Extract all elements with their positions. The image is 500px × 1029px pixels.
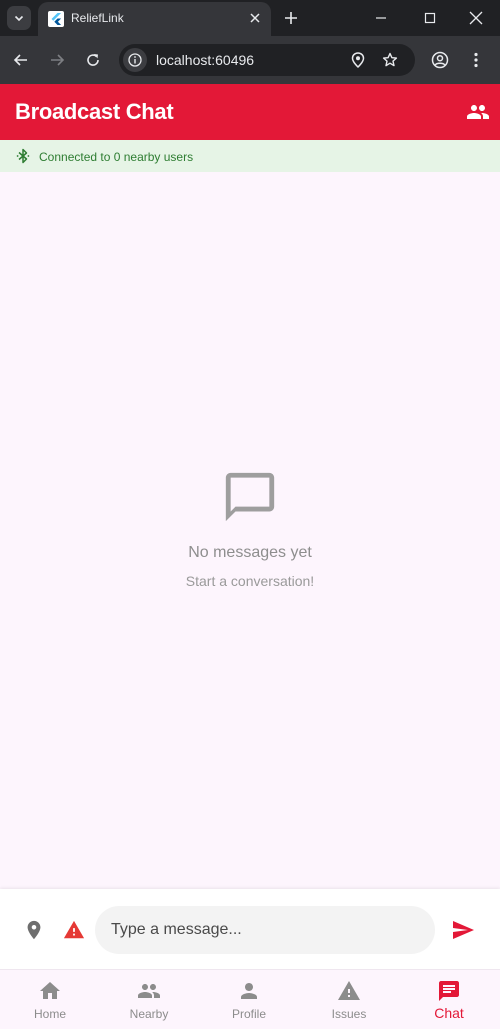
reload-icon — [87, 54, 99, 66]
back-button[interactable] — [11, 50, 31, 70]
maximize-button[interactable] — [407, 0, 453, 36]
message-composer — [0, 889, 500, 969]
arrow-left-icon — [13, 54, 27, 66]
chat-icon — [439, 981, 459, 1001]
chevron-down-icon — [14, 15, 24, 22]
people-icon[interactable] — [466, 100, 490, 124]
send-icon — [453, 921, 474, 939]
send-button[interactable] — [451, 918, 475, 942]
app-bar: Broadcast Chat — [0, 84, 500, 140]
connection-status-bar: Connected to 0 nearby users — [0, 140, 500, 172]
share-location-button[interactable] — [23, 919, 45, 941]
bluetooth-icon — [16, 148, 30, 164]
nav-item-nearby[interactable]: Nearby — [99, 970, 199, 1029]
profile-button[interactable] — [430, 50, 450, 70]
plus-icon[interactable] — [283, 10, 299, 26]
nav-label-nearby: Nearby — [129, 1007, 169, 1021]
empty-state: No messages yet Start a conversation! — [0, 468, 500, 589]
connection-status-text: Connected to 0 nearby users — [39, 150, 194, 164]
nav-label-chat: Chat — [434, 1005, 464, 1021]
empty-state-title: No messages yet — [188, 544, 312, 561]
nav-item-home[interactable]: Home — [0, 970, 100, 1029]
close-icon — [469, 11, 483, 25]
page-title: Broadcast Chat — [15, 99, 174, 124]
browser-tabstrip: ReliefLink — [0, 0, 500, 36]
bookmark-button[interactable] — [381, 51, 399, 69]
person-icon — [241, 983, 257, 999]
chat-bubble-outline-icon — [225, 472, 275, 522]
home-icon — [40, 982, 60, 999]
bottom-navigation: Home Nearby Profile Issues Chat — [0, 969, 500, 1029]
nav-item-profile[interactable]: Profile — [199, 970, 299, 1029]
location-pin-icon — [351, 52, 365, 68]
browser-menu-button[interactable] — [466, 50, 486, 70]
reload-button[interactable] — [83, 50, 103, 70]
info-icon — [128, 53, 142, 67]
emergency-alert-button[interactable] — [63, 919, 85, 941]
nav-item-chat[interactable]: Chat — [399, 970, 499, 1029]
browser-toolbar: localhost:60496 — [0, 36, 500, 84]
nav-label-profile: Profile — [231, 1007, 266, 1021]
forward-button[interactable] — [47, 50, 67, 70]
browser-tab[interactable]: ReliefLink — [38, 2, 271, 36]
nav-label-issues: Issues — [331, 1007, 367, 1021]
tab-search-button[interactable] — [7, 6, 31, 30]
location-pin-icon — [27, 920, 41, 940]
empty-state-subtitle: Start a conversation! — [185, 573, 315, 589]
people-icon — [138, 984, 160, 998]
url-text: localhost:60496 — [156, 52, 255, 68]
more-vert-icon — [474, 52, 478, 68]
warning-icon — [63, 920, 85, 939]
site-info-button[interactable] — [123, 48, 147, 72]
star-icon — [382, 52, 398, 67]
account-circle-icon — [431, 51, 449, 69]
close-icon[interactable] — [249, 12, 261, 24]
arrow-right-icon — [51, 54, 65, 66]
maximize-icon — [424, 12, 436, 24]
warning-icon — [338, 981, 360, 1000]
flutter-icon — [48, 11, 64, 27]
close-window-button[interactable] — [453, 0, 499, 36]
minimize-icon — [376, 17, 386, 19]
message-input[interactable] — [95, 906, 435, 954]
location-permission-button[interactable] — [349, 51, 367, 69]
tab-title: ReliefLink — [71, 11, 124, 25]
address-bar[interactable]: localhost:60496 — [119, 44, 415, 76]
minimize-button[interactable] — [358, 0, 404, 36]
nav-label-home: Home — [33, 1007, 66, 1021]
nav-item-issues[interactable]: Issues — [299, 970, 399, 1029]
